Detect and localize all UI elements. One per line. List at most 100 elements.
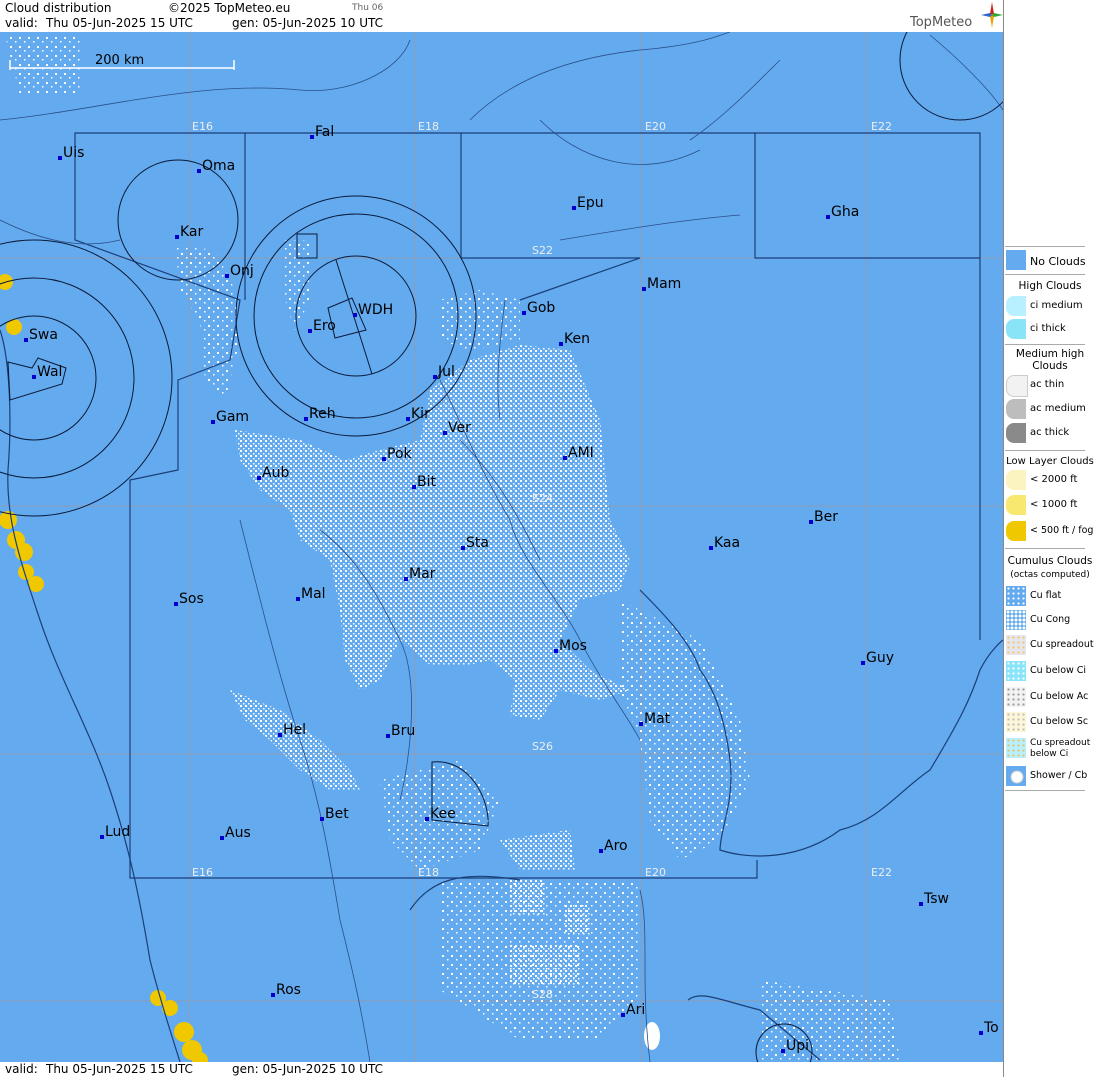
city-tsw: Tsw [923, 891, 949, 907]
city-oma: Oma [202, 158, 235, 174]
legend-high-header: High Clouds [1018, 280, 1082, 292]
city-ros: Ros [276, 982, 301, 998]
city-upi-marker [781, 1049, 785, 1053]
city-kir-marker [406, 417, 410, 421]
city-gob: Gob [527, 300, 555, 316]
city-hel: Hel [283, 722, 306, 738]
gen-time: gen: 05-Jun-2025 10 UTC [232, 16, 384, 30]
city-mos: Mos [559, 638, 587, 654]
city-pok: Pok [387, 446, 413, 462]
city-gha: Gha [831, 204, 859, 220]
city-ber: Ber [814, 509, 838, 525]
city-bet-marker [320, 817, 324, 821]
city-ver: Ver [448, 420, 471, 436]
copyright: ©2025 TopMeteo.eu [168, 1, 291, 15]
city-gam-marker [211, 420, 215, 424]
city-mat: Mat [644, 711, 671, 727]
city-aus: Aus [225, 825, 251, 841]
shower-cell [644, 1022, 660, 1050]
footer-valid-value: Thu 05-Jun-2025 15 UTC [46, 1062, 193, 1076]
city-ver-marker [443, 431, 447, 435]
city-guy-marker [861, 661, 865, 665]
city-wdh: WDH [358, 302, 393, 318]
city-bru: Bru [391, 723, 415, 739]
map-canvas: 200 km E16 E18 E20 E22 E16 E18 E20 E22 S… [0, 32, 1003, 1062]
city-gha-marker [826, 215, 830, 219]
city-ken-marker [559, 342, 563, 346]
header-bar: Cloud distribution ©2025 TopMeteo.eu Thu… [0, 0, 1003, 32]
city-ari-marker [621, 1013, 625, 1017]
day-label: Thu 06 [352, 3, 384, 13]
city-jul: Jul [437, 364, 455, 380]
city-onj: Onj [230, 263, 254, 279]
city-mos-marker [554, 649, 558, 653]
city-ero: Ero [313, 318, 336, 334]
valid-label: valid: [5, 16, 38, 30]
city-reh-marker [304, 417, 308, 421]
city-kir: Kir [411, 406, 430, 422]
city-mam-marker [642, 287, 646, 291]
city-ari: Ari [626, 1002, 645, 1018]
city-reh: Reh [309, 406, 336, 422]
city-onj-marker [225, 274, 229, 278]
city-to-marker [979, 1031, 983, 1035]
footer-valid-label: valid: [5, 1062, 38, 1076]
compass-logo-icon [981, 2, 1003, 28]
city-oma-marker [197, 169, 201, 173]
city-ken: Ken [564, 331, 590, 347]
city-kee-marker [425, 817, 429, 821]
legend-cu-sub: (octas computed) [1010, 570, 1090, 580]
city-aub: Aub [262, 465, 289, 481]
city-bit-marker [412, 485, 416, 489]
city-bet: Bet [325, 806, 349, 822]
city-sos-marker [174, 602, 178, 606]
city-pok-marker [382, 457, 386, 461]
city-gob-marker [522, 311, 526, 315]
grid-label-s26: S26 [532, 740, 553, 753]
city-ero-marker [308, 329, 312, 333]
city-fal: Fal [315, 124, 334, 140]
city-wdh-marker [353, 313, 357, 317]
city-epu-marker [572, 206, 576, 210]
grid-label-s22: S22 [532, 244, 553, 257]
grid-label-s24: S24 [532, 492, 553, 505]
city-bit: Bit [417, 474, 436, 490]
legend-cu-header: Cumulus Clouds [1007, 555, 1093, 567]
city-swa-marker [24, 338, 28, 342]
low-cloud-fog [0, 274, 208, 1062]
city-bru-marker [386, 734, 390, 738]
grid-label-e18-bottom: E18 [418, 866, 439, 879]
city-wal: Wal [37, 364, 62, 380]
city-kaa-marker [709, 546, 713, 550]
grid-label-e22-bottom: E22 [871, 866, 892, 879]
city-ami-marker [563, 456, 567, 460]
city-kar-marker [175, 235, 179, 239]
grid-label-s28: S28 [532, 988, 553, 1001]
city-wal-marker [32, 375, 36, 379]
city-guy: Guy [866, 650, 894, 666]
map-title: Cloud distribution [5, 1, 112, 15]
city-tsw-marker [919, 902, 923, 906]
city-mal-marker [296, 597, 300, 601]
city-lud: Lud [105, 824, 130, 840]
grid-label-e16: E16 [192, 120, 213, 133]
city-sta-marker [461, 546, 465, 550]
city-to: To [983, 1020, 999, 1036]
city-sta: Sta [466, 535, 489, 551]
city-mar: Mar [409, 566, 436, 582]
scale-bar-label: 200 km [95, 53, 144, 68]
city-swa: Swa [29, 327, 58, 343]
city-aro: Aro [604, 838, 628, 854]
legend-panel: No Clouds High Clouds ci medium ci thick… [1003, 0, 1095, 1077]
city-jul-marker [433, 375, 437, 379]
city-aro-marker [599, 849, 603, 853]
legend-medium-header: Medium high Clouds [1015, 348, 1085, 372]
grid-label-e18: E18 [418, 120, 439, 133]
city-uis: Uis [63, 145, 84, 161]
city-aub-marker [257, 476, 261, 480]
cloud-map[interactable]: 200 km E16 E18 E20 E22 E16 E18 E20 E22 S… [0, 32, 1003, 1062]
brand-name: TopMeteo [910, 15, 973, 30]
city-uis-marker [58, 156, 62, 160]
city-aus-marker [220, 836, 224, 840]
grid-label-e20: E20 [645, 120, 666, 133]
